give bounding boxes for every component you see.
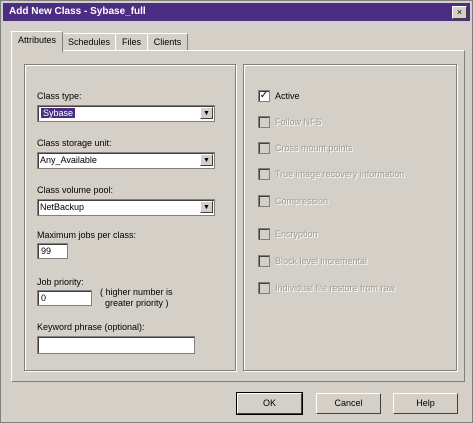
file-restore-raw-label: Individual file restore from raw — [275, 283, 396, 293]
tab-files[interactable]: Files — [115, 33, 148, 51]
block-incremental-label: Block level incremental — [275, 256, 368, 266]
add-new-class-dialog: Add New Class - Sybase_full × Attributes… — [0, 0, 473, 423]
class-settings-group: Class type: Sybase ▼ Class storage unit:… — [24, 64, 236, 371]
chevron-down-icon[interactable]: ▼ — [200, 201, 213, 213]
checkbox-box — [258, 142, 270, 154]
tab-attributes[interactable]: Attributes — [11, 31, 63, 52]
close-icon: × — [456, 7, 463, 17]
class-type-select[interactable]: Sybase ▼ — [37, 105, 215, 122]
keyword-field[interactable] — [37, 336, 195, 354]
storage-unit-label: Class storage unit: — [37, 138, 112, 148]
job-priority-label: Job priority: — [37, 277, 84, 287]
max-jobs-field[interactable]: 99 — [37, 243, 68, 259]
true-image-label: True image recovery information — [275, 169, 405, 179]
priority-hint-line2: greater priority ) — [105, 298, 169, 308]
title-bar[interactable]: Add New Class - Sybase_full × — [3, 3, 470, 21]
class-options-group — [243, 64, 457, 371]
encryption-label: Encryption — [275, 229, 318, 239]
storage-unit-value: Any_Available — [40, 155, 97, 165]
priority-hint-line1: ( higher number is — [100, 287, 173, 297]
help-button[interactable]: Help — [393, 393, 458, 414]
storage-unit-select[interactable]: Any_Available ▼ — [37, 152, 215, 169]
tab-schedules[interactable]: Schedules — [62, 33, 116, 51]
class-type-label: Class type: — [37, 91, 82, 101]
class-type-value: Sybase — [41, 108, 76, 118]
active-label: Active — [275, 91, 300, 101]
window-title: Add New Class - Sybase_full — [9, 6, 146, 17]
checkbox-box — [258, 228, 270, 240]
cross-mount-label: Cross mount points — [275, 143, 353, 153]
checkbox-box — [258, 255, 270, 267]
volume-pool-select[interactable]: NetBackup ▼ — [37, 199, 215, 216]
chevron-down-icon[interactable]: ▼ — [200, 154, 213, 166]
job-priority-field[interactable]: 0 — [37, 290, 92, 306]
tab-clients[interactable]: Clients — [147, 33, 188, 51]
checkbox-box — [258, 195, 270, 207]
compression-label: Compression — [275, 196, 329, 206]
checkbox-box — [258, 282, 270, 294]
checkbox-box — [258, 116, 270, 128]
keyword-label: Keyword phrase (optional): — [37, 322, 145, 332]
volume-pool-value: NetBackup — [40, 202, 85, 212]
chevron-down-icon[interactable]: ▼ — [200, 107, 213, 119]
volume-pool-label: Class volume pool: — [37, 185, 114, 195]
follow-nfs-label: Follow NFS — [275, 117, 322, 127]
max-jobs-label: Maximum jobs per class: — [37, 230, 137, 240]
check-icon[interactable]: ✓ — [258, 90, 270, 102]
job-priority-value: 0 — [41, 293, 47, 303]
max-jobs-value: 99 — [41, 246, 52, 256]
close-button[interactable]: × — [452, 6, 467, 19]
cancel-button[interactable]: Cancel — [316, 393, 381, 414]
attributes-panel: Class type: Sybase ▼ Class storage unit:… — [11, 50, 465, 382]
checkbox-box — [258, 168, 270, 180]
ok-button[interactable]: OK — [236, 392, 303, 415]
